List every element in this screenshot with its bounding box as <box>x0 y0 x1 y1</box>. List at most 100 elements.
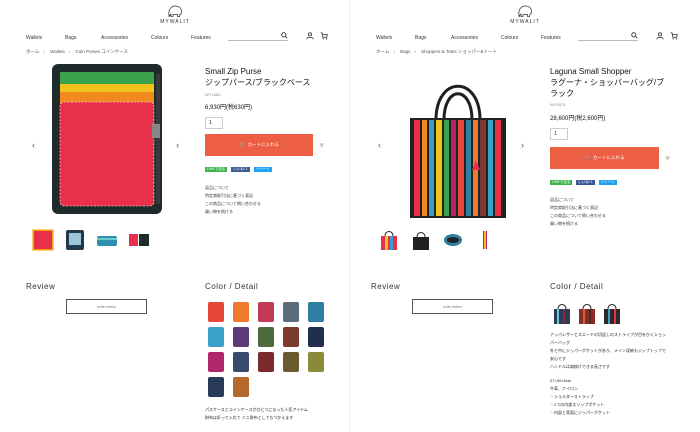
prev-image-arrow[interactable]: ‹ <box>378 140 381 150</box>
nav-wallets[interactable]: Wallets <box>376 35 392 41</box>
breadcrumb-home[interactable]: ホーム <box>26 49 39 54</box>
write-review-button[interactable]: write review <box>66 299 147 314</box>
color-swatch[interactable] <box>258 352 274 372</box>
continue-shopping-link[interactable]: 買い物を続ける <box>550 220 606 228</box>
color-swatch[interactable] <box>552 301 572 325</box>
line-share-button[interactable]: LINEで送る <box>550 180 573 185</box>
color-swatch[interactable] <box>602 301 622 325</box>
quantity-input[interactable]: 1 <box>550 128 568 140</box>
search-icon[interactable] <box>281 32 288 39</box>
tweet-button[interactable]: ツイート <box>598 180 617 185</box>
nav-features[interactable]: Features <box>191 35 211 41</box>
search-input[interactable] <box>578 32 638 41</box>
thumbnail-strip <box>31 228 159 252</box>
legal-notice-link[interactable]: 特定商取引法に基づく表記 <box>550 204 606 212</box>
logo[interactable]: MYWALIT <box>0 4 350 25</box>
continue-shopping-link[interactable]: 買い物を続ける <box>205 208 261 216</box>
color-swatch[interactable] <box>258 302 274 322</box>
color-swatch[interactable] <box>283 302 299 322</box>
inquiry-link[interactable]: この商品について問い合わせる <box>550 212 606 220</box>
add-to-cart-button[interactable]: 🛒 カートに入れる <box>205 134 313 156</box>
color-swatch[interactable] <box>283 352 299 372</box>
main-nav: Wallets Bags Accessories Colours Feature… <box>26 32 338 43</box>
facebook-like-button[interactable]: いいね! 1 <box>576 180 595 185</box>
thumbnail[interactable] <box>127 228 151 252</box>
description-line: パーバッグ <box>550 340 570 345</box>
next-image-arrow[interactable]: › <box>521 140 524 150</box>
quantity-input[interactable]: 1 <box>205 117 223 129</box>
color-swatch[interactable] <box>258 327 274 347</box>
thumbnail[interactable] <box>31 228 55 252</box>
color-swatch[interactable] <box>208 352 224 372</box>
thumbnail[interactable] <box>409 228 433 252</box>
cart-icon[interactable] <box>670 32 678 40</box>
info-links: 返品について 特定商取引法に基づく表記 この商品について問い合わせる 買い物を続… <box>550 196 606 228</box>
nav-accessories[interactable]: Accessories <box>451 35 478 41</box>
review-heading: Review <box>371 282 401 291</box>
color-swatch[interactable] <box>233 327 249 347</box>
color-swatch[interactable] <box>233 352 249 372</box>
product-price: 6,930円(税630円) <box>205 105 253 111</box>
add-to-cart-button[interactable]: 🛒 カートに入れる <box>550 147 659 169</box>
color-swatch[interactable] <box>233 377 249 397</box>
description-line: ・内部と背面にジッパーポケット <box>550 410 610 415</box>
review-heading: Review <box>26 282 56 291</box>
color-swatch[interactable] <box>208 377 224 397</box>
heart-icon[interactable]: ♥ <box>665 153 670 163</box>
cart-icon[interactable] <box>320 32 328 40</box>
product-sku: WY1384 <box>205 92 221 97</box>
nav-colours[interactable]: Colours <box>501 35 518 41</box>
breadcrumb: ホーム › Wallets › Coin Purses コインケース <box>26 49 129 54</box>
color-swatch[interactable] <box>233 302 249 322</box>
write-review-button[interactable]: write review <box>412 299 493 314</box>
returns-link[interactable]: 返品について <box>205 184 261 192</box>
product-title-jp: ラグーナ・ショッパーバッグ/ブラック <box>550 78 665 98</box>
add-to-cart-label: カートに入れる <box>247 142 280 147</box>
tweet-button[interactable]: ツイート <box>253 167 272 172</box>
search-input[interactable] <box>228 32 288 41</box>
inquiry-link[interactable]: この商品について問い合わせる <box>205 200 261 208</box>
main-nav: Wallets Bags Accessories Colours Feature… <box>376 32 688 43</box>
color-swatch[interactable] <box>283 327 299 347</box>
color-detail-heading: Color / Detail <box>205 282 259 291</box>
next-image-arrow[interactable]: › <box>176 140 179 150</box>
breadcrumb-wallets[interactable]: Wallets <box>50 49 65 54</box>
thumbnail[interactable] <box>441 228 465 252</box>
product-title-jp: ジップパース/ブラックベース <box>205 78 311 87</box>
color-swatch[interactable] <box>577 301 597 325</box>
thumbnail[interactable] <box>473 228 497 252</box>
share-buttons: LINEで送る いいね! 1 ツイート <box>550 180 621 185</box>
right-product-page: MYWALIT Wallets Bags Accessories Colours… <box>350 0 700 432</box>
thumbnail[interactable] <box>377 228 401 252</box>
nav-accessories[interactable]: Accessories <box>101 35 128 41</box>
color-swatch[interactable] <box>208 302 224 322</box>
returns-link[interactable]: 返品について <box>550 196 606 204</box>
color-swatch[interactable] <box>308 352 324 372</box>
legal-notice-link[interactable]: 特定商取引法に基づく表記 <box>205 192 261 200</box>
user-icon[interactable] <box>306 32 314 40</box>
share-buttons: LINEで送る いいね! 1 ツイート <box>205 167 276 172</box>
facebook-like-button[interactable]: いいね! 1 <box>231 167 250 172</box>
color-swatch[interactable] <box>308 327 324 347</box>
left-product-page: MYWALIT Wallets Bags Accessories Colours… <box>0 0 350 432</box>
nav-bags[interactable]: Bags <box>415 35 426 41</box>
nav-colours[interactable]: Colours <box>151 35 168 41</box>
prev-image-arrow[interactable]: ‹ <box>32 140 35 150</box>
brand-name: MYWALIT <box>510 19 540 25</box>
cart-icon: 🛒 <box>584 155 591 160</box>
color-swatch[interactable] <box>308 302 324 322</box>
nav-bags[interactable]: Bags <box>65 35 76 41</box>
logo[interactable]: MYWALIT <box>350 4 700 25</box>
heart-icon[interactable]: ♥ <box>319 140 324 150</box>
breadcrumb-bags[interactable]: Bags <box>400 49 410 54</box>
color-swatch[interactable] <box>208 327 224 347</box>
line-share-button[interactable]: LINEで送る <box>205 167 228 172</box>
search-icon[interactable] <box>631 32 638 39</box>
breadcrumb: ホーム › Bags › Shoppers & Totes ショッパー&トート <box>376 49 497 54</box>
thumbnail[interactable] <box>95 228 119 252</box>
thumbnail[interactable] <box>63 228 87 252</box>
nav-features[interactable]: Features <box>541 35 561 41</box>
breadcrumb-home[interactable]: ホーム <box>376 49 389 54</box>
user-icon[interactable] <box>656 32 664 40</box>
nav-wallets[interactable]: Wallets <box>26 35 42 41</box>
